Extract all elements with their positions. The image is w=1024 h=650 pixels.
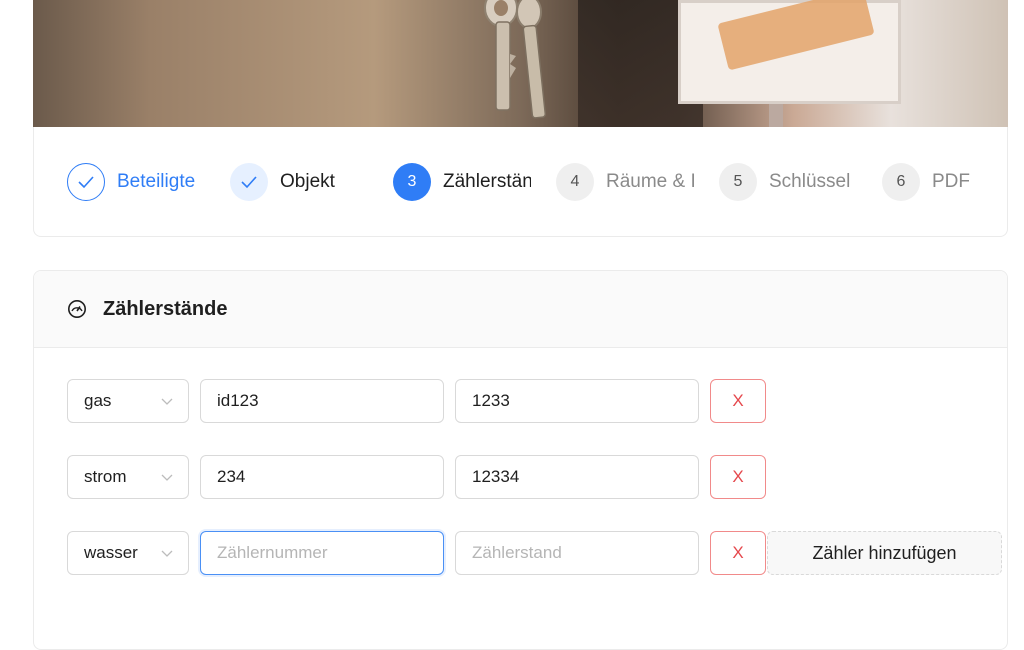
meter-number-input[interactable] xyxy=(200,455,444,499)
wizard-stepper: Beteiligte Objekt 3 Zählerstände 4 Räume… xyxy=(33,127,1008,237)
step-schluessel[interactable]: 5 Schlüssel xyxy=(719,160,850,204)
meter-type-select[interactable]: wasser xyxy=(67,531,189,575)
chevron-down-icon xyxy=(161,474,173,481)
delete-meter-button[interactable]: X xyxy=(710,455,766,499)
hero-sign-post xyxy=(769,104,783,127)
chevron-down-icon xyxy=(161,550,173,557)
meter-row: wasser X Zähler hinzufügen xyxy=(67,531,1002,575)
step-label: Beteiligte xyxy=(117,171,196,192)
delete-meter-button[interactable]: X xyxy=(710,531,766,575)
card-header: Zählerstände xyxy=(34,271,1007,348)
meter-readings-card: Zählerstände gas X strom X wasser X Zähl… xyxy=(33,270,1008,650)
meter-number-input[interactable] xyxy=(200,379,444,423)
step-number: 5 xyxy=(719,163,757,201)
meter-type-select[interactable]: gas xyxy=(67,379,189,423)
meter-reading-input[interactable] xyxy=(455,531,699,575)
step-pdf[interactable]: 6 PDF xyxy=(882,160,970,204)
meter-type-value: gas xyxy=(84,391,112,410)
step-objekt[interactable]: Objekt xyxy=(230,160,335,204)
hero-image xyxy=(33,0,1008,127)
check-icon xyxy=(67,163,105,201)
meter-type-select[interactable]: strom xyxy=(67,455,189,499)
step-raeume[interactable]: 4 Räume & Inventar xyxy=(556,160,694,204)
card-title: Zählerstände xyxy=(103,297,228,320)
meter-number-input[interactable] xyxy=(200,531,444,575)
step-label: PDF xyxy=(932,171,970,192)
meter-reading-input[interactable] xyxy=(455,455,699,499)
step-number: 6 xyxy=(882,163,920,201)
step-label: Objekt xyxy=(280,171,335,192)
meter-row: strom X xyxy=(67,455,967,499)
step-number: 3 xyxy=(393,163,431,201)
step-label: Schlüssel xyxy=(769,171,851,192)
keys-graphic xyxy=(484,0,547,119)
step-number: 4 xyxy=(556,163,594,201)
step-label: Räume & Inventar xyxy=(606,171,694,192)
check-icon xyxy=(230,163,268,201)
step-zaehlerstaende[interactable]: 3 Zählerstände xyxy=(393,160,531,204)
delete-meter-button[interactable]: X xyxy=(710,379,766,423)
add-meter-button[interactable]: Zähler hinzufügen xyxy=(767,531,1002,575)
step-label: Zählerstände xyxy=(443,171,531,192)
meter-reading-input[interactable] xyxy=(455,379,699,423)
meter-row: gas X xyxy=(67,379,967,423)
meter-type-value: strom xyxy=(84,467,127,486)
hero-sold-sign xyxy=(678,0,901,104)
meter-type-value: wasser xyxy=(84,543,138,562)
chevron-down-icon xyxy=(161,398,173,405)
step-beteiligte[interactable]: Beteiligte xyxy=(67,160,195,204)
gauge-icon xyxy=(68,300,86,318)
